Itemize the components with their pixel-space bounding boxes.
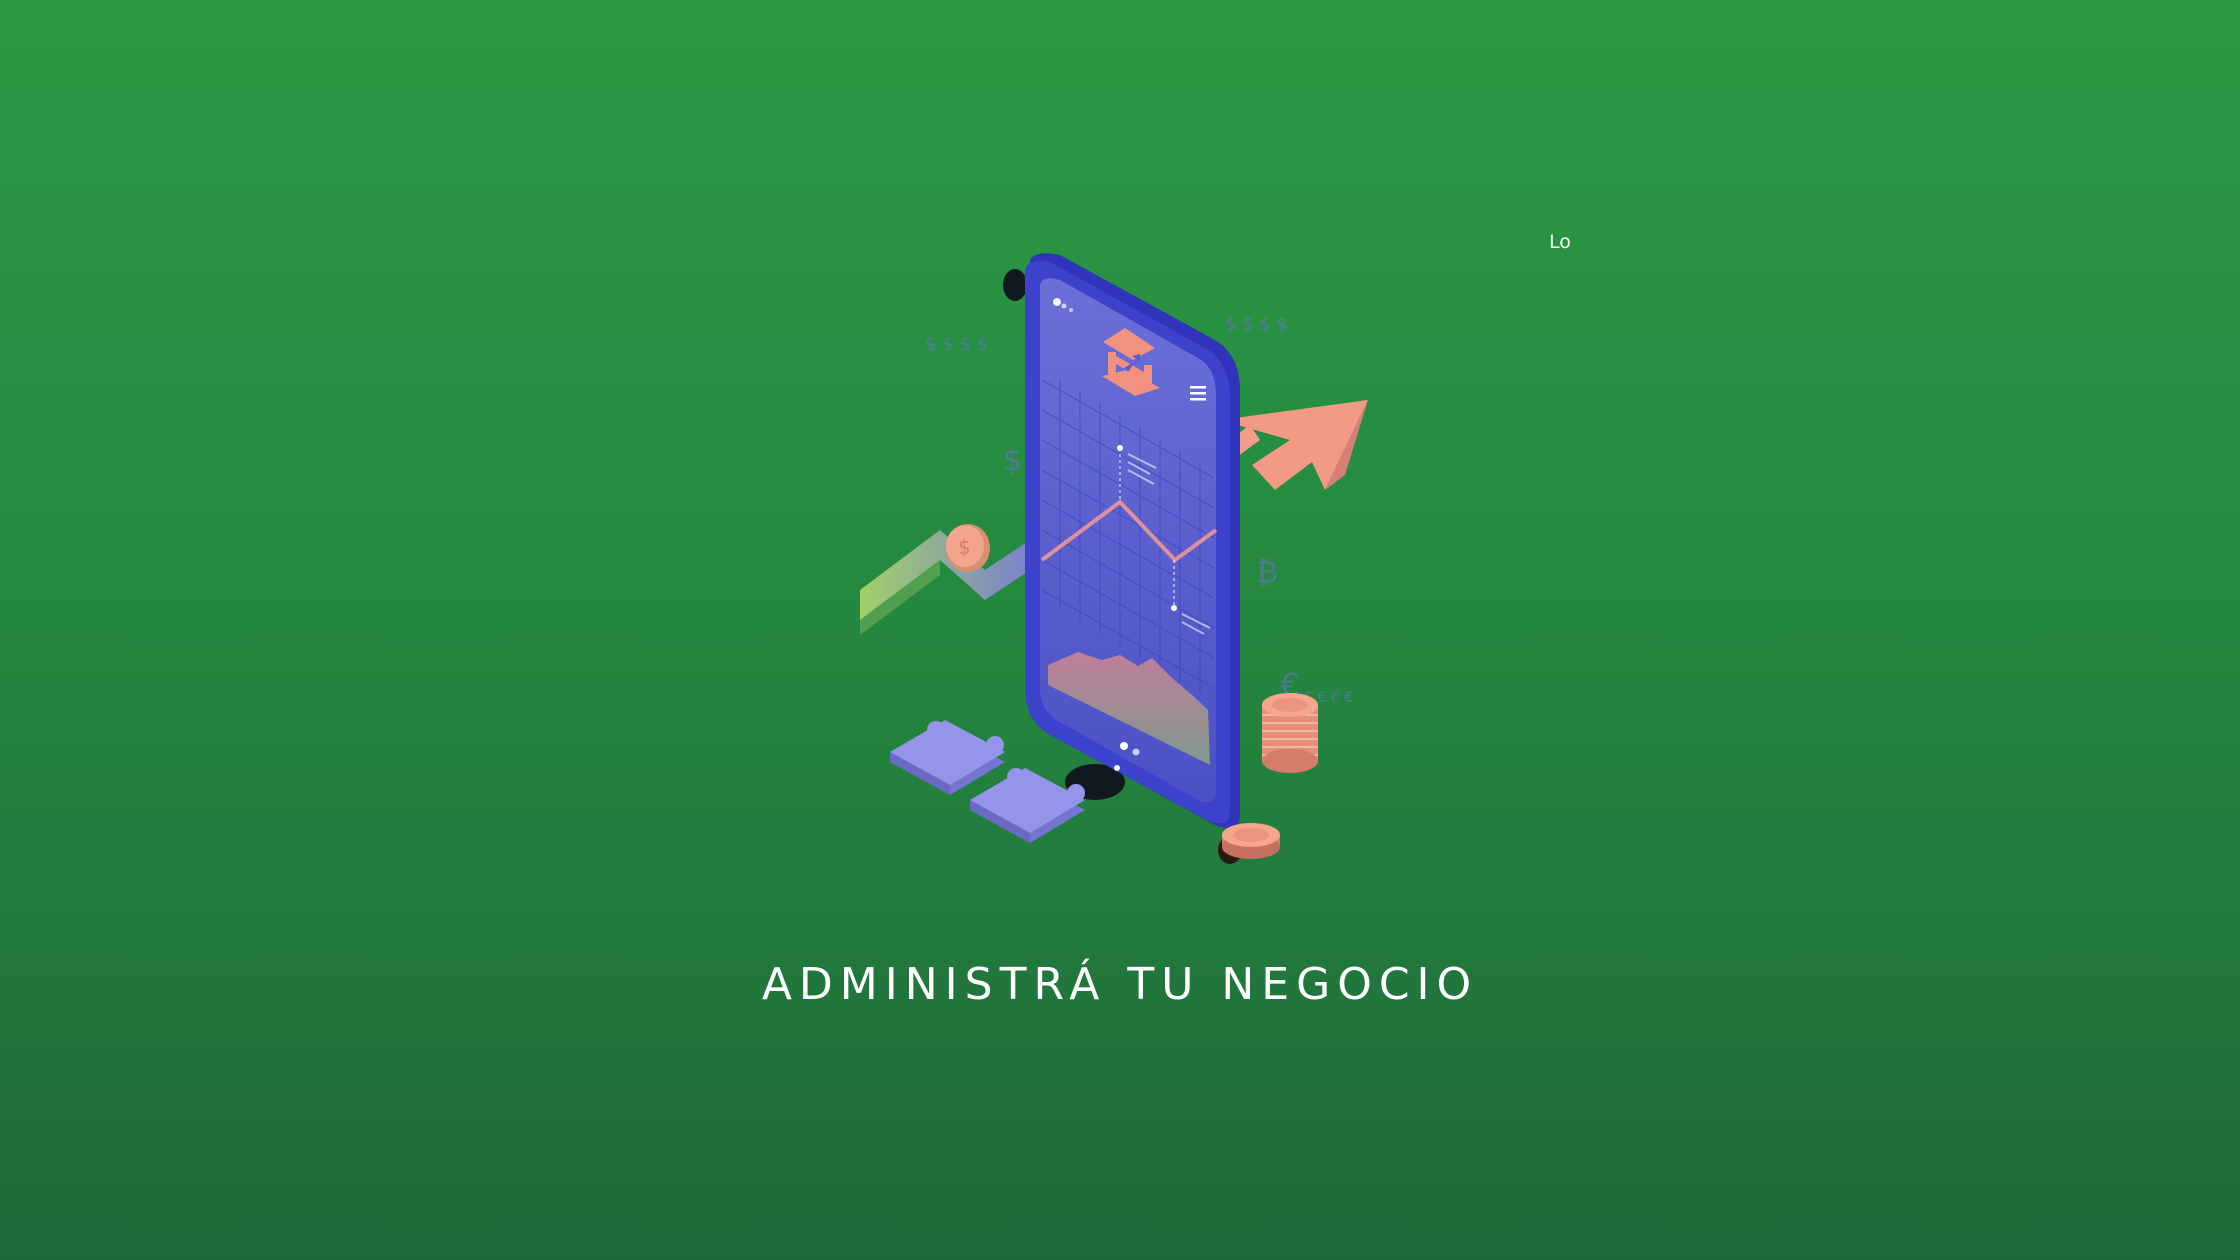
coin-icon — [1222, 823, 1280, 859]
splash-headline: ADMINISTRÁ TU NEGOCIO — [761, 959, 1479, 1010]
puzzle-piece-icon — [890, 720, 1005, 795]
bitcoin-sign-icon: ₿ — [1256, 555, 1278, 590]
svg-text:$: $ — [958, 535, 971, 559]
finance-illustration: $ $ $ $ $ $ $ $ $ ₿ € € € € € $ — [860, 253, 1368, 864]
coin-icon: $ — [946, 524, 990, 572]
dollar-sign-trail: $ $ $ $ — [925, 334, 988, 355]
splash-screen: Lo $ $ $ $ $ $ $ $ $ ₿ € € € € € $ ADMIN… — [0, 0, 2240, 1260]
menu-icon[interactable] — [1190, 386, 1206, 401]
phone-shadow-dot — [1003, 269, 1027, 301]
coin-stack-icon — [1262, 693, 1318, 773]
dollar-sign-trail: $ $ $ $ — [1225, 314, 1288, 335]
smartphone — [1003, 253, 1242, 864]
loading-text: Lo — [1549, 231, 1571, 253]
dollar-sign-icon: $ — [1003, 443, 1022, 478]
growth-path — [860, 530, 1030, 635]
